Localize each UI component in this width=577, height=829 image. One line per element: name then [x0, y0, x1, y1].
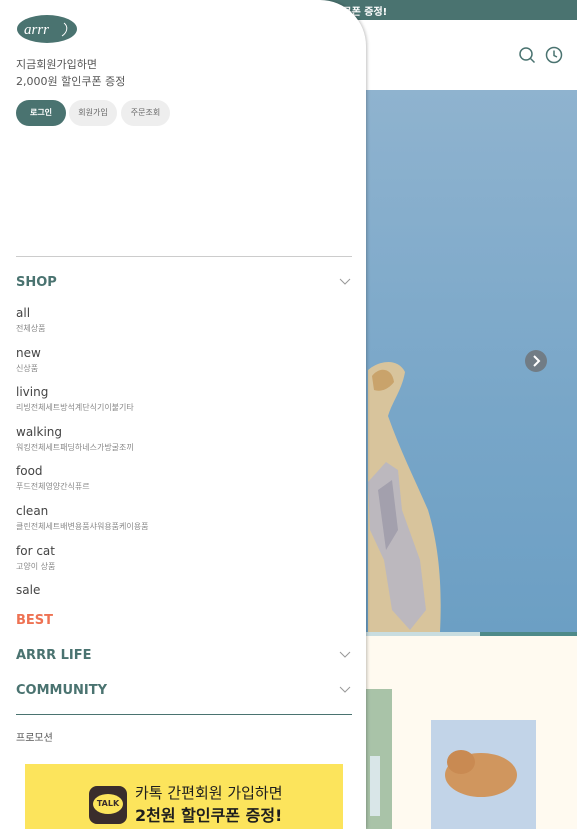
- dog-product-photo[interactable]: [431, 720, 536, 829]
- menu-section-arrr-life[interactable]: ARRR LIFE: [16, 648, 92, 663]
- chevron-down-icon[interactable]: [339, 278, 351, 286]
- menu-bottom-divider: [16, 714, 352, 715]
- kakao-banner-line-2: 2천원 할인쿠폰 증정!: [135, 806, 283, 825]
- category-subitems: 푸드전체영양간식퓨르: [16, 482, 90, 491]
- talk-badge-text: TALK: [93, 794, 123, 814]
- join-button[interactable]: 회원가입: [69, 100, 117, 126]
- chevron-down-icon[interactable]: [339, 686, 351, 694]
- category-name: sale: [16, 583, 41, 597]
- category-name: food: [16, 464, 43, 478]
- category-new[interactable]: new 신상품: [16, 346, 41, 375]
- category-food[interactable]: food 푸드전체영양간식퓨르: [16, 464, 90, 493]
- category-subitems: 클린전체세트배변용품샤워용품케이용품: [16, 522, 149, 531]
- category-for-cat[interactable]: for cat 고양이 상품: [16, 544, 55, 573]
- promotion-link[interactable]: 프로모션: [16, 729, 53, 744]
- signup-promo-line-1: 지금회원가입하면: [16, 58, 97, 71]
- category-name: for cat: [16, 544, 55, 558]
- menu-top-divider: [16, 256, 352, 257]
- category-name: clean: [16, 504, 49, 518]
- kakao-signup-banner[interactable]: TALK 카톡 간편회원 가입하면 2천원 할인쿠폰 증정!: [25, 764, 343, 829]
- category-subitems: 리빙전체세트방석계단식기이불기타: [16, 403, 134, 412]
- signup-promo-line-2: 2,000원 할인쿠폰 증정: [16, 75, 126, 88]
- hero-next-button[interactable]: [525, 350, 547, 372]
- category-name: living: [16, 385, 49, 399]
- side-menu-drawer: arrr 지금회원가입하면 2,000원 할인쿠폰 증정 로그인 회원가입 주문…: [0, 0, 366, 829]
- category-subitems: 워킹전체세트패딩하네스가방굴조끼: [16, 443, 134, 452]
- category-walking[interactable]: walking 워킹전체세트패딩하네스가방굴조끼: [16, 425, 134, 454]
- dog-photo-shape: [445, 750, 517, 797]
- category-subitems: 전체상품: [16, 324, 46, 333]
- chevron-down-icon[interactable]: [339, 651, 351, 659]
- kakao-talk-icon: TALK: [89, 786, 127, 824]
- category-clean[interactable]: clean 클린전체세트배변용품샤워용품케이용품: [16, 504, 148, 533]
- category-living[interactable]: living 리빙전체세트방석계단식기이불기타: [16, 385, 134, 414]
- logo-text: arrr: [24, 22, 49, 38]
- category-all[interactable]: all 전체상품: [16, 306, 45, 335]
- chevron-right-icon: [533, 355, 541, 367]
- menu-section-community[interactable]: COMMUNITY: [16, 683, 107, 698]
- recent-clock-icon[interactable]: [545, 46, 563, 64]
- login-button[interactable]: 로그인: [16, 100, 66, 126]
- kakao-banner-line-1: 카톡 간편회원 가입하면: [135, 784, 283, 802]
- category-name: all: [16, 306, 31, 320]
- category-subitems: 신상품: [16, 364, 39, 373]
- category-name: walking: [16, 425, 63, 439]
- order-lookup-button[interactable]: 주문조회: [121, 100, 170, 126]
- category-name: new: [16, 346, 41, 360]
- menu-section-best[interactable]: BEST: [16, 613, 53, 628]
- brand-logo[interactable]: arrr: [16, 14, 78, 44]
- product-card-detail: [370, 756, 380, 816]
- category-sale[interactable]: sale: [16, 583, 40, 598]
- search-icon[interactable]: [518, 46, 536, 64]
- menu-section-shop[interactable]: SHOP: [16, 275, 57, 290]
- category-subitems: 고양이 상품: [16, 562, 56, 571]
